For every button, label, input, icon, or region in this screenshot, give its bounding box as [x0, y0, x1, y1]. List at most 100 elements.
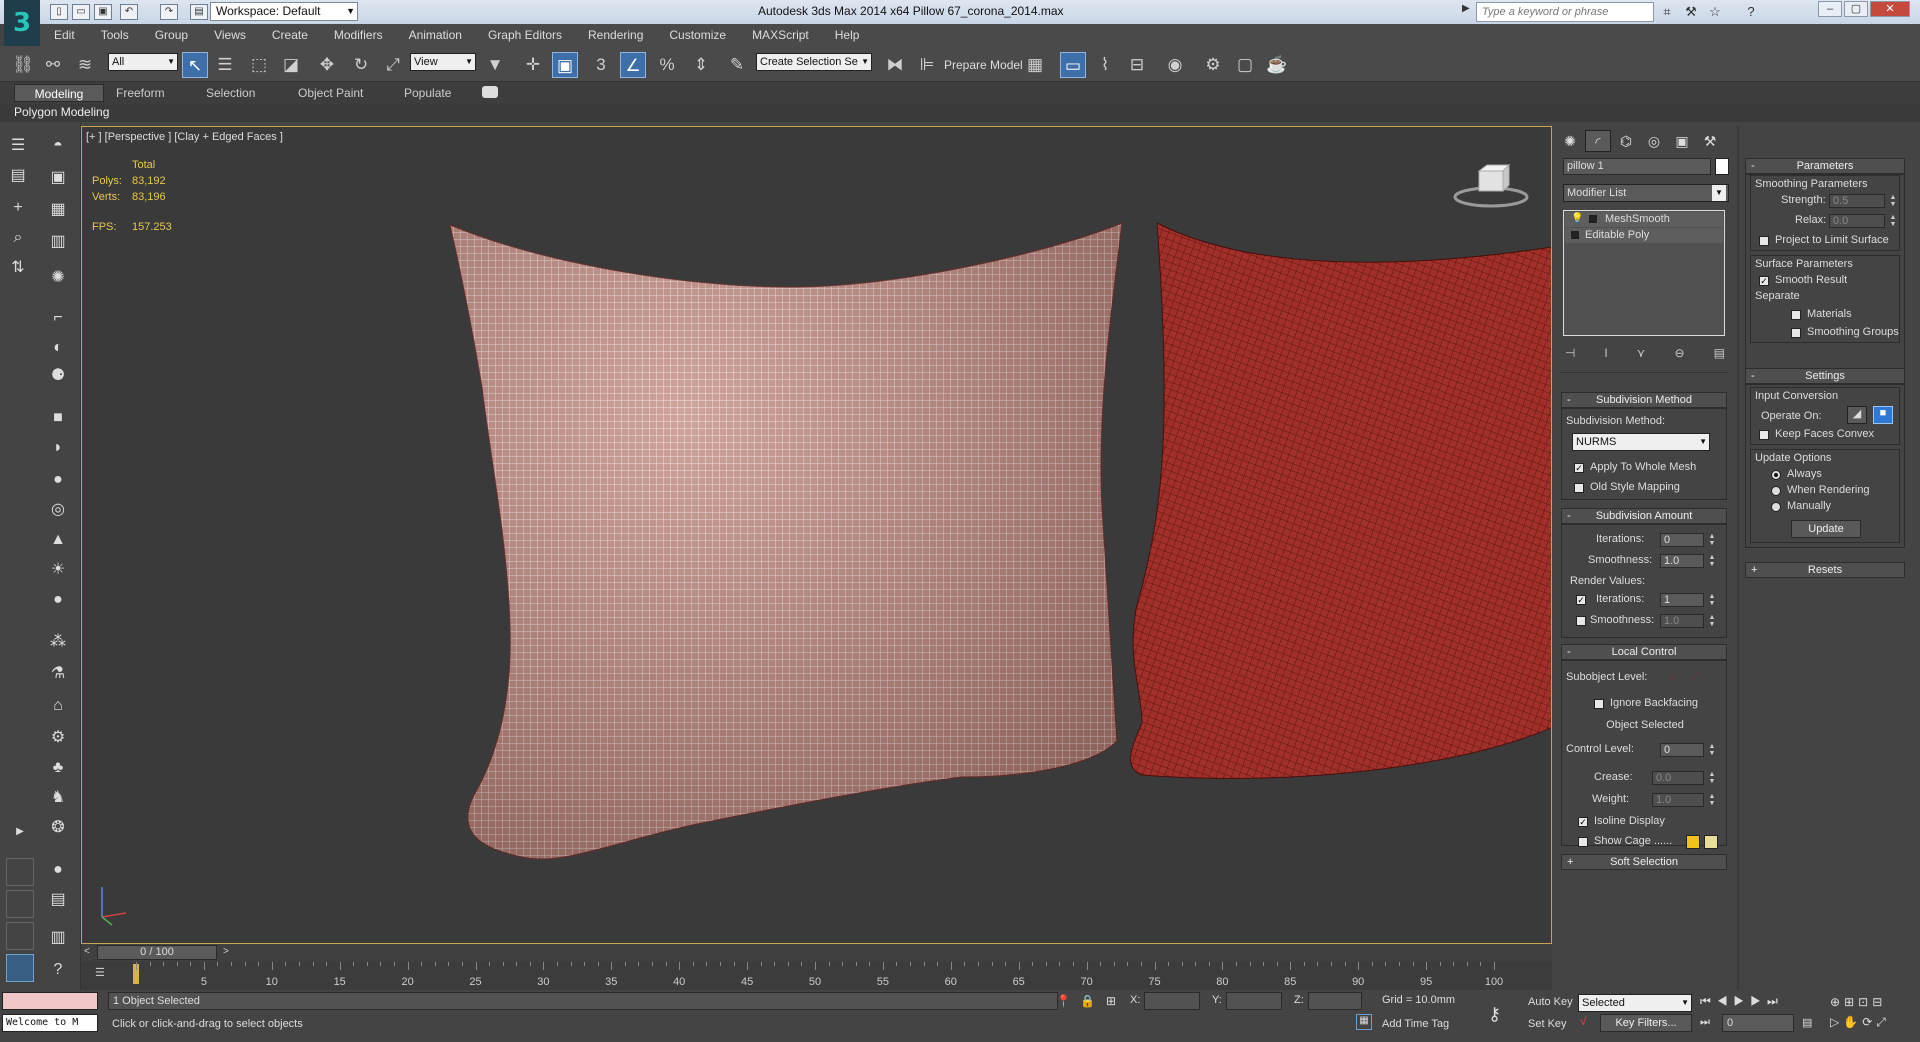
tab-hierarchy-icon[interactable]: ⌬: [1613, 130, 1639, 152]
edit-named-selection-icon[interactable]: ✎: [724, 52, 750, 78]
key-tangent-icon[interactable]: √: [1580, 1014, 1587, 1028]
cone-primitive-icon[interactable]: ▲: [46, 528, 70, 552]
orbit-icon[interactable]: ⟳: [1862, 1015, 1876, 1029]
isoline-display-checkbox[interactable]: ✓: [1578, 817, 1588, 827]
spinner-snap-icon[interactable]: ⇕: [688, 52, 714, 78]
help-icon[interactable]: ?: [1742, 3, 1760, 21]
spinner-arrows-icon[interactable]: ▲ ▼: [1889, 214, 1897, 228]
rectangle-selection-icon[interactable]: ⬚: [246, 52, 272, 78]
maxscript-listener-output[interactable]: Welcome to M: [2, 1014, 98, 1032]
scene-explorer-icon[interactable]: ☰: [6, 134, 30, 158]
control-level-spinner[interactable]: 0: [1660, 743, 1704, 757]
helper-icon[interactable]: ◐: [46, 336, 70, 360]
manually-radio[interactable]: [1771, 502, 1781, 512]
select-object-icon[interactable]: ↖: [182, 52, 208, 78]
foliage-icon[interactable]: ♣: [46, 756, 70, 780]
torus-primitive-icon[interactable]: ◎: [46, 498, 70, 522]
light-bulb-icon[interactable]: 💡: [1571, 213, 1583, 224]
spinner-arrows-icon[interactable]: ▲ ▼: [1708, 593, 1716, 607]
always-radio[interactable]: [1771, 470, 1781, 480]
prepare-model-label[interactable]: Prepare Model: [944, 58, 1023, 72]
pan-icon[interactable]: ✋: [1843, 1015, 1862, 1029]
add-time-tag-label[interactable]: Add Time Tag: [1382, 1018, 1449, 1030]
zoom-extents-all-icon[interactable]: ⊟: [1872, 995, 1886, 1009]
angle-snap-icon[interactable]: ∠: [620, 52, 646, 78]
percent-snap-icon[interactable]: %: [654, 52, 680, 78]
operate-on-face-icon[interactable]: ◢: [1847, 406, 1867, 424]
project-folder-icon[interactable]: ▤: [190, 4, 208, 20]
stack-item-meshsmooth[interactable]: 💡 MeshSmooth: [1565, 212, 1723, 227]
render-smoothness-spinner[interactable]: 1.0: [1660, 614, 1704, 628]
spinner-arrows-icon[interactable]: ▲ ▼: [1708, 554, 1716, 568]
spinner-arrows-icon[interactable]: ▲ ▼: [1708, 743, 1716, 757]
expand-toggle-icon[interactable]: [1589, 215, 1597, 223]
menu-views[interactable]: Views: [214, 28, 246, 42]
layer-manager-icon[interactable]: ▦: [1022, 52, 1048, 78]
render-production-icon[interactable]: ☕: [1264, 52, 1290, 78]
scale-icon[interactable]: ⤢: [380, 52, 406, 78]
viewport-label[interactable]: [+ ] [Perspective ] [Clay + Edged Faces …: [86, 131, 283, 143]
compound-icon[interactable]: ⌂: [46, 694, 70, 718]
next-frame-icon[interactable]: >: [223, 946, 229, 957]
render-icon[interactable]: ▤: [46, 888, 70, 912]
layout-slot[interactable]: [6, 858, 34, 886]
favorites-icon[interactable]: ☆: [1706, 3, 1724, 21]
apply-whole-mesh-checkbox[interactable]: ✓: [1574, 463, 1584, 473]
layout-slot[interactable]: [6, 922, 34, 950]
minimize-icon[interactable]: –: [1818, 1, 1842, 17]
cylinder-primitive-icon[interactable]: ●: [46, 468, 70, 492]
update-button[interactable]: Update: [1791, 520, 1861, 538]
hair-icon[interactable]: ❂: [46, 816, 70, 840]
maxscript-mini-listener[interactable]: [2, 992, 98, 1010]
x-coordinate-field[interactable]: [1144, 992, 1200, 1010]
smoothing-groups-checkbox[interactable]: [1791, 328, 1801, 338]
tab-motion-icon[interactable]: ◎: [1641, 130, 1667, 152]
zoom-extents-icon[interactable]: ⊡: [1858, 995, 1872, 1009]
iterations-spinner[interactable]: 0: [1660, 533, 1704, 547]
layer-explorer-icon[interactable]: ▤: [6, 164, 30, 188]
tab-freeform[interactable]: Freeform: [108, 84, 173, 102]
relax-spinner[interactable]: 0.0: [1829, 214, 1885, 228]
spinner-arrows-icon[interactable]: ▲ ▼: [1708, 533, 1716, 547]
tab-modify-icon[interactable]: ◜: [1585, 130, 1611, 152]
edge-subobject-icon[interactable]: ⟋: [1692, 671, 1700, 684]
menu-customize[interactable]: Customize: [669, 28, 726, 42]
binoculars-icon[interactable]: ⌗: [1658, 3, 1676, 21]
zoom-all-icon[interactable]: ⊞: [1844, 995, 1858, 1009]
material-sphere-icon[interactable]: ●: [46, 858, 70, 882]
rollout-parameters[interactable]: - Parameters: [1745, 158, 1905, 174]
time-tag-icon[interactable]: ▦: [1356, 1014, 1372, 1030]
schematic-view-icon[interactable]: ⊟: [1124, 52, 1150, 78]
app-logo[interactable]: 3: [4, 0, 40, 46]
curve-editor-icon[interactable]: ⌇: [1092, 52, 1118, 78]
tab-display-icon[interactable]: ▣: [1669, 130, 1695, 152]
tab-selection[interactable]: Selection: [198, 84, 263, 102]
render-iterations-spinner[interactable]: 1: [1660, 593, 1704, 607]
cage-color-swatch-2[interactable]: [1704, 835, 1718, 849]
time-slider-thumb[interactable]: 0 / 100: [97, 945, 217, 960]
go-to-end-icon[interactable]: ⏭: [1767, 994, 1784, 1008]
spinner-arrows-icon[interactable]: ▲ ▼: [1708, 614, 1716, 628]
zoom-icon[interactable]: ⊕: [1830, 995, 1844, 1009]
z-coordinate-field[interactable]: [1308, 992, 1362, 1010]
display-icon[interactable]: ▣: [46, 166, 70, 190]
show-end-result-icon[interactable]: ǀ: [1605, 346, 1608, 360]
bind-spacewarp-icon[interactable]: ≋: [72, 52, 98, 78]
snaps-toggle-icon[interactable]: 3: [588, 52, 614, 78]
sphere-primitive-icon[interactable]: ◗: [46, 436, 70, 460]
rollout-subdivision-amount[interactable]: - Subdivision Amount: [1561, 508, 1727, 524]
sun-light-icon[interactable]: ☀: [46, 558, 70, 582]
menu-rendering[interactable]: Rendering: [588, 28, 643, 42]
geosphere-primitive-icon[interactable]: ●: [46, 588, 70, 612]
object-color-swatch[interactable]: [1715, 158, 1729, 175]
lock-selection-icon[interactable]: 🔒: [1080, 994, 1095, 1008]
reference-coordinate-dropdown[interactable]: View ▼: [410, 53, 476, 71]
tab-create-icon[interactable]: ✺: [1557, 130, 1583, 152]
rollout-resets[interactable]: + Resets: [1745, 562, 1905, 578]
gear-icon[interactable]: ⚙: [46, 726, 70, 750]
graphite-toggle-icon[interactable]: ▭: [1060, 52, 1086, 78]
viewcube[interactable]: [1451, 161, 1531, 211]
old-style-mapping-checkbox[interactable]: [1574, 483, 1584, 493]
move-icon[interactable]: ✥: [314, 52, 340, 78]
menu-group[interactable]: Group: [155, 28, 188, 42]
